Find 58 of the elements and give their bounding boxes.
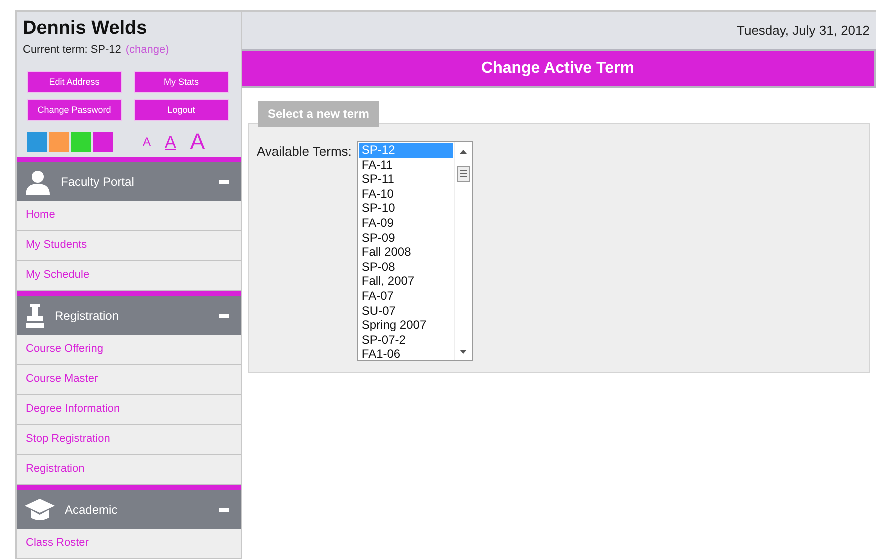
nav-link[interactable]: Degree Information [17, 395, 241, 425]
page-title: Change Active Term [242, 49, 876, 88]
section-header[interactable]: Academic [17, 485, 241, 529]
term-option[interactable]: SP-08 [358, 260, 453, 274]
collapse-icon[interactable] [219, 508, 229, 512]
account-button[interactable]: My Stats [134, 71, 229, 93]
theme-swatch[interactable] [71, 132, 91, 152]
nav-link[interactable]: Home [17, 201, 241, 231]
section-title: Academic [65, 502, 119, 516]
account-button[interactable]: Logout [134, 99, 229, 121]
stamp-icon [25, 304, 45, 328]
nav-link[interactable]: My Schedule [17, 261, 241, 291]
nav-link[interactable]: Course Offering [17, 335, 241, 365]
nav-link[interactable]: Registration [17, 455, 241, 485]
term-option[interactable]: FA1-06 [358, 347, 453, 362]
account-button[interactable]: Change Password [27, 99, 122, 121]
scroll-up-icon[interactable] [460, 150, 467, 154]
term-option[interactable]: Fall, 2007 [358, 274, 453, 289]
scrollbar[interactable] [454, 142, 472, 360]
nav-link[interactable]: Course Master [17, 365, 241, 395]
nav-link[interactable]: My Students [17, 231, 241, 261]
term-option[interactable]: Spring 2007 [358, 318, 453, 333]
theme-swatch[interactable] [49, 132, 69, 152]
graduation-cap-icon [25, 498, 55, 520]
account-button[interactable]: Edit Address [27, 71, 122, 93]
term-option[interactable]: SU-07 [358, 304, 453, 318]
term-option[interactable]: FA-10 [358, 186, 453, 202]
collapse-icon[interactable] [219, 314, 229, 318]
user-name: Dennis Welds [23, 18, 148, 40]
terms-listbox[interactable]: SP-12 FA-11 SP-11 FA-10 SP-10 FA-09 SP-09 Fall 2008 SP-08 Fall, 2007 FA-07 SU-07 Spring 2007 SP-07-2 FA1-06 [356, 141, 473, 361]
theme-swatch[interactable] [27, 132, 47, 152]
collapse-icon[interactable] [219, 180, 229, 184]
term-option[interactable]: SP-07-2 [358, 332, 453, 348]
change-term-link[interactable]: (change) [126, 44, 170, 56]
section-title: Registration [55, 308, 120, 322]
person-icon [25, 168, 51, 194]
term-option[interactable]: FA-11 [358, 158, 453, 172]
field-label: Available Terms: [257, 144, 352, 159]
term-option[interactable]: FA-07 [358, 288, 453, 304]
nav-link[interactable]: Class Roster [17, 529, 241, 559]
term-option[interactable]: FA-09 [358, 216, 453, 231]
section-header[interactable]: Faculty Portal [17, 157, 241, 201]
font-size-option[interactable]: A [190, 131, 206, 153]
term-option[interactable]: SP-10 [358, 201, 453, 216]
nav-link[interactable]: Stop Registration [17, 425, 241, 455]
term-option[interactable]: SP-09 [358, 230, 453, 246]
section-header[interactable]: Registration [17, 291, 241, 335]
scroll-down-icon[interactable] [460, 350, 467, 354]
date-label: Tuesday, July 31, 2012 [242, 12, 876, 49]
term-option[interactable]: Fall 2008 [358, 245, 453, 260]
font-size-option[interactable]: A [143, 136, 152, 148]
term-option[interactable]: SP-12 [358, 143, 453, 158]
current-term: Current term: SP-12 [23, 44, 122, 56]
term-option[interactable]: SP-11 [358, 172, 453, 187]
font-size-option[interactable]: A [165, 134, 176, 150]
section-title: Faculty Portal [61, 174, 136, 188]
scroll-thumb[interactable] [456, 166, 470, 182]
theme-swatch[interactable] [93, 132, 113, 152]
